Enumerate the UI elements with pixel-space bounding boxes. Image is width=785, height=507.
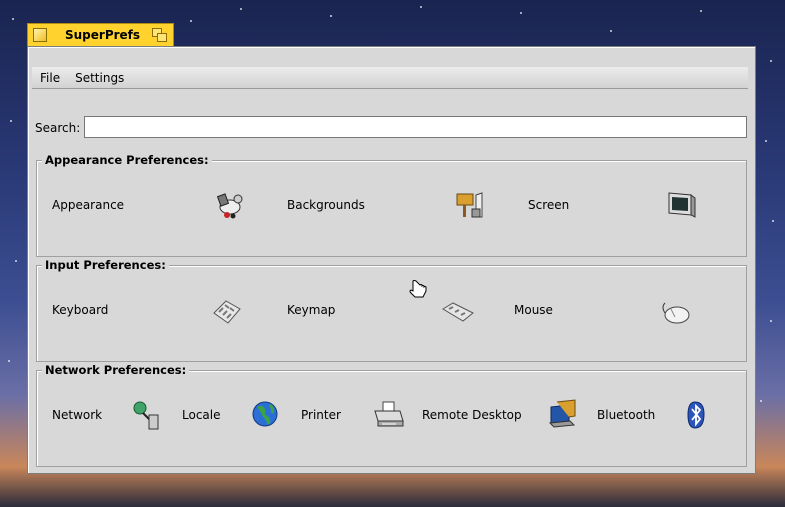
pref-bluetooth-label[interactable]: Bluetooth — [597, 408, 655, 422]
pref-locale-label[interactable]: Locale — [182, 408, 220, 422]
mouse-icon[interactable] — [658, 297, 692, 329]
pref-keyboard-label[interactable]: Keyboard — [52, 303, 108, 317]
appearance-preferences-group: Appearance Preferences: Appearance Backg… — [36, 153, 747, 257]
pref-appearance-label[interactable]: Appearance — [52, 198, 124, 212]
backgrounds-icon[interactable] — [454, 189, 488, 221]
hand-cursor-icon — [409, 279, 429, 299]
group-title: Appearance Preferences: — [42, 153, 212, 167]
appearance-icon[interactable] — [213, 189, 247, 221]
group-title: Input Preferences: — [42, 258, 169, 272]
close-button[interactable] — [33, 28, 47, 42]
pref-remote-desktop-label[interactable]: Remote Desktop — [422, 408, 522, 422]
pref-mouse-label[interactable]: Mouse — [514, 303, 553, 317]
keyboard-icon[interactable] — [210, 295, 244, 327]
menu-settings[interactable]: Settings — [67, 71, 131, 85]
pref-backgrounds-label[interactable]: Backgrounds — [287, 198, 365, 212]
screen-icon[interactable] — [665, 189, 699, 221]
network-icon[interactable] — [131, 399, 165, 431]
menu-bar: File Settings — [32, 67, 748, 89]
window-title: SuperPrefs — [65, 28, 141, 42]
search-label: Search: — [35, 121, 81, 135]
keymap-icon[interactable] — [441, 297, 475, 329]
search-input[interactable] — [84, 116, 747, 138]
zoom-button[interactable] — [152, 28, 167, 42]
superprefs-window: File Settings Search: Appearance Prefere… — [27, 46, 756, 474]
globe-icon[interactable] — [250, 399, 284, 431]
input-preferences-group: Input Preferences: Keyboard Keymap Mouse — [36, 258, 747, 362]
menu-file[interactable]: File — [32, 71, 67, 85]
pref-network-label[interactable]: Network — [52, 408, 102, 422]
network-preferences-group: Network Preferences: Network Locale Prin… — [36, 363, 747, 467]
pref-keymap-label[interactable]: Keymap — [287, 303, 335, 317]
remote-desktop-icon[interactable] — [547, 399, 581, 431]
printer-icon[interactable] — [372, 399, 406, 431]
pref-screen-label[interactable]: Screen — [528, 198, 569, 212]
window-tab[interactable]: SuperPrefs — [27, 23, 174, 46]
group-title: Network Preferences: — [42, 363, 190, 377]
bluetooth-icon[interactable] — [682, 399, 716, 431]
pref-printer-label[interactable]: Printer — [301, 408, 341, 422]
